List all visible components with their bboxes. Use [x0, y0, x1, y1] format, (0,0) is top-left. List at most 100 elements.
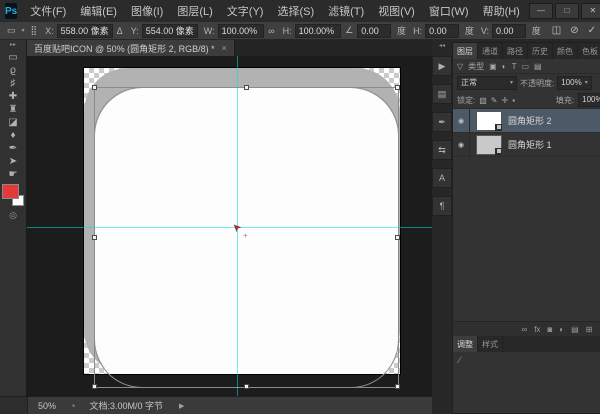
path-selection-tool[interactable]: ➤: [0, 155, 27, 168]
marquee-tool[interactable]: ▭: [0, 51, 27, 64]
tab-styles[interactable]: 样式: [478, 336, 503, 352]
menu-type[interactable]: 文字(Y): [220, 3, 271, 19]
dock-collapse-icon[interactable]: ◂◂: [439, 42, 445, 52]
clone-stamp-tool[interactable]: ♜: [0, 103, 27, 116]
fill-select[interactable]: 100% ▾: [578, 93, 600, 107]
status-menu-arrow-icon[interactable]: ▶: [179, 402, 184, 410]
tab-paths[interactable]: 路径: [503, 43, 528, 59]
transform-handle-bl[interactable]: [92, 384, 97, 389]
lock-all-icon[interactable]: ▪: [512, 96, 515, 105]
paragraph-panel-icon[interactable]: ¶: [432, 196, 452, 216]
link-layers-icon[interactable]: ∞: [522, 325, 528, 334]
lasso-tool[interactable]: ϱ: [0, 64, 27, 77]
transform-handle-tr[interactable]: [395, 85, 400, 90]
cancel-transform-icon[interactable]: ⊘: [570, 25, 578, 36]
menu-select[interactable]: 选择(S): [270, 3, 321, 19]
filter-smart-object-icon[interactable]: ▤: [534, 62, 542, 71]
lock-pixels-icon[interactable]: ✎: [491, 96, 498, 105]
transform-handle-mr[interactable]: [395, 235, 400, 240]
reference-point-icon[interactable]: ⣿: [31, 25, 38, 36]
vskew-input[interactable]: 0.00: [492, 24, 526, 38]
x-input[interactable]: 558.00 像素: [57, 24, 113, 38]
layer-thumbnail[interactable]: [476, 135, 502, 155]
add-layer-mask-icon[interactable]: ◙: [547, 325, 552, 334]
transform-handle-ml[interactable]: [92, 235, 97, 240]
filter-pixel-icon[interactable]: ▣: [489, 62, 497, 71]
width-input[interactable]: 100.00%: [218, 24, 265, 38]
blend-mode-select[interactable]: 正常 ▾: [457, 76, 517, 90]
angle-input[interactable]: 0.00: [357, 24, 391, 38]
transform-handle-bm[interactable]: [244, 384, 249, 389]
tab-color[interactable]: 颜色: [553, 43, 578, 59]
lock-transparency-icon[interactable]: ▨: [479, 96, 487, 105]
tool-preset-icon[interactable]: ▭: [7, 25, 16, 36]
filter-adjustment-icon[interactable]: ◐: [502, 62, 507, 71]
new-adjustment-layer-icon[interactable]: ◐: [559, 325, 564, 334]
tab-history[interactable]: 历史: [528, 43, 553, 59]
tab-layers[interactable]: 图层: [453, 43, 478, 59]
fill-value: 100%: [582, 94, 600, 106]
visibility-eye-icon[interactable]: ◉: [453, 133, 470, 156]
transform-handle-tm[interactable]: [244, 85, 249, 90]
minimize-button[interactable]: —: [529, 3, 553, 19]
commit-transform-icon[interactable]: ✓: [588, 25, 596, 36]
adjustment-preset-icon[interactable]: ∕: [459, 355, 461, 365]
lock-position-icon[interactable]: ✛: [502, 96, 509, 105]
menu-layer[interactable]: 图层(L): [170, 3, 219, 19]
document-tab[interactable]: 百度贴吧ICON @ 50% (圆角矩形 2, RGB/8) * ×: [27, 40, 235, 56]
close-button[interactable]: ✕: [581, 3, 600, 19]
layer-row-shape2[interactable]: ◉ 圆角矩形 2: [453, 109, 600, 133]
layers-panel-footer: ∞ fx ◙ ◐ ▤ ⊞ ⌧: [453, 321, 600, 336]
filter-kind-label[interactable]: 类型: [468, 61, 484, 72]
menu-help[interactable]: 帮助(H): [476, 3, 527, 19]
opacity-select[interactable]: 100% ▾: [557, 76, 591, 90]
hand-tool[interactable]: ☛: [0, 168, 27, 181]
visibility-eye-icon[interactable]: ◉: [453, 109, 470, 132]
menu-view[interactable]: 视图(V): [371, 3, 422, 19]
healing-brush-tool[interactable]: ✚: [0, 90, 27, 103]
transform-handle-tl[interactable]: [92, 85, 97, 90]
layer-row-shape1[interactable]: ◉ 圆角矩形 1: [453, 133, 600, 157]
foreground-color-swatch[interactable]: [2, 184, 19, 199]
y-input[interactable]: 554.00 像素: [142, 24, 198, 38]
layer-thumbnail[interactable]: [476, 111, 502, 131]
layer-effects-icon[interactable]: fx: [534, 325, 540, 334]
pen-tool[interactable]: ✒: [0, 142, 27, 155]
toolbar-collapse-icon[interactable]: ▸▸: [10, 40, 16, 51]
transform-handle-br[interactable]: [395, 384, 400, 389]
zoom-level-field[interactable]: 50%: [38, 401, 56, 411]
tab-close-icon[interactable]: ×: [222, 43, 227, 53]
menu-file[interactable]: 文件(F): [23, 3, 73, 19]
filter-funnel-icon[interactable]: ▽: [457, 62, 463, 71]
quick-mask-icon[interactable]: ◎: [9, 210, 17, 221]
clone-source-panel-icon[interactable]: ⇆: [432, 140, 452, 160]
character-panel-icon[interactable]: A: [432, 168, 452, 188]
layer-name[interactable]: 圆角矩形 2: [508, 114, 552, 127]
history-panel-icon[interactable]: ▤: [432, 84, 452, 104]
new-group-icon[interactable]: ▤: [571, 325, 579, 334]
hskew-input[interactable]: 0.00: [425, 24, 459, 38]
crop-tool[interactable]: ♯: [0, 77, 27, 90]
tab-swatches[interactable]: 色板: [578, 43, 600, 59]
filter-shape-icon[interactable]: ▭: [521, 62, 529, 71]
tab-channels[interactable]: 通道: [478, 43, 503, 59]
blur-tool[interactable]: ♦: [0, 129, 27, 142]
actions-panel-icon[interactable]: ▶: [432, 56, 452, 76]
canvas-area[interactable]: ➤ +: [27, 56, 432, 396]
eraser-tool[interactable]: ◪: [0, 116, 27, 129]
new-layer-icon[interactable]: ⊞: [586, 325, 593, 334]
maximize-button[interactable]: □: [555, 3, 579, 19]
layer-name[interactable]: 圆角矩形 1: [508, 138, 552, 151]
menu-window[interactable]: 窗口(W): [422, 3, 476, 19]
menu-filter[interactable]: 滤镜(T): [321, 3, 371, 19]
menu-edit[interactable]: 编辑(E): [73, 3, 124, 19]
tool-preset-caret-icon[interactable]: ▾: [22, 27, 25, 34]
link-dimensions-icon[interactable]: ∞: [268, 26, 274, 36]
tab-adjustments[interactable]: 调整: [453, 336, 478, 352]
relative-position-icon[interactable]: Δ: [117, 26, 123, 36]
warp-mode-icon[interactable]: ◫: [552, 25, 561, 36]
height-input[interactable]: 100.00%: [295, 24, 342, 38]
brush-panel-icon[interactable]: ✒: [432, 112, 452, 132]
menu-image[interactable]: 图像(I): [124, 3, 170, 19]
filter-type-icon[interactable]: T: [512, 62, 517, 71]
